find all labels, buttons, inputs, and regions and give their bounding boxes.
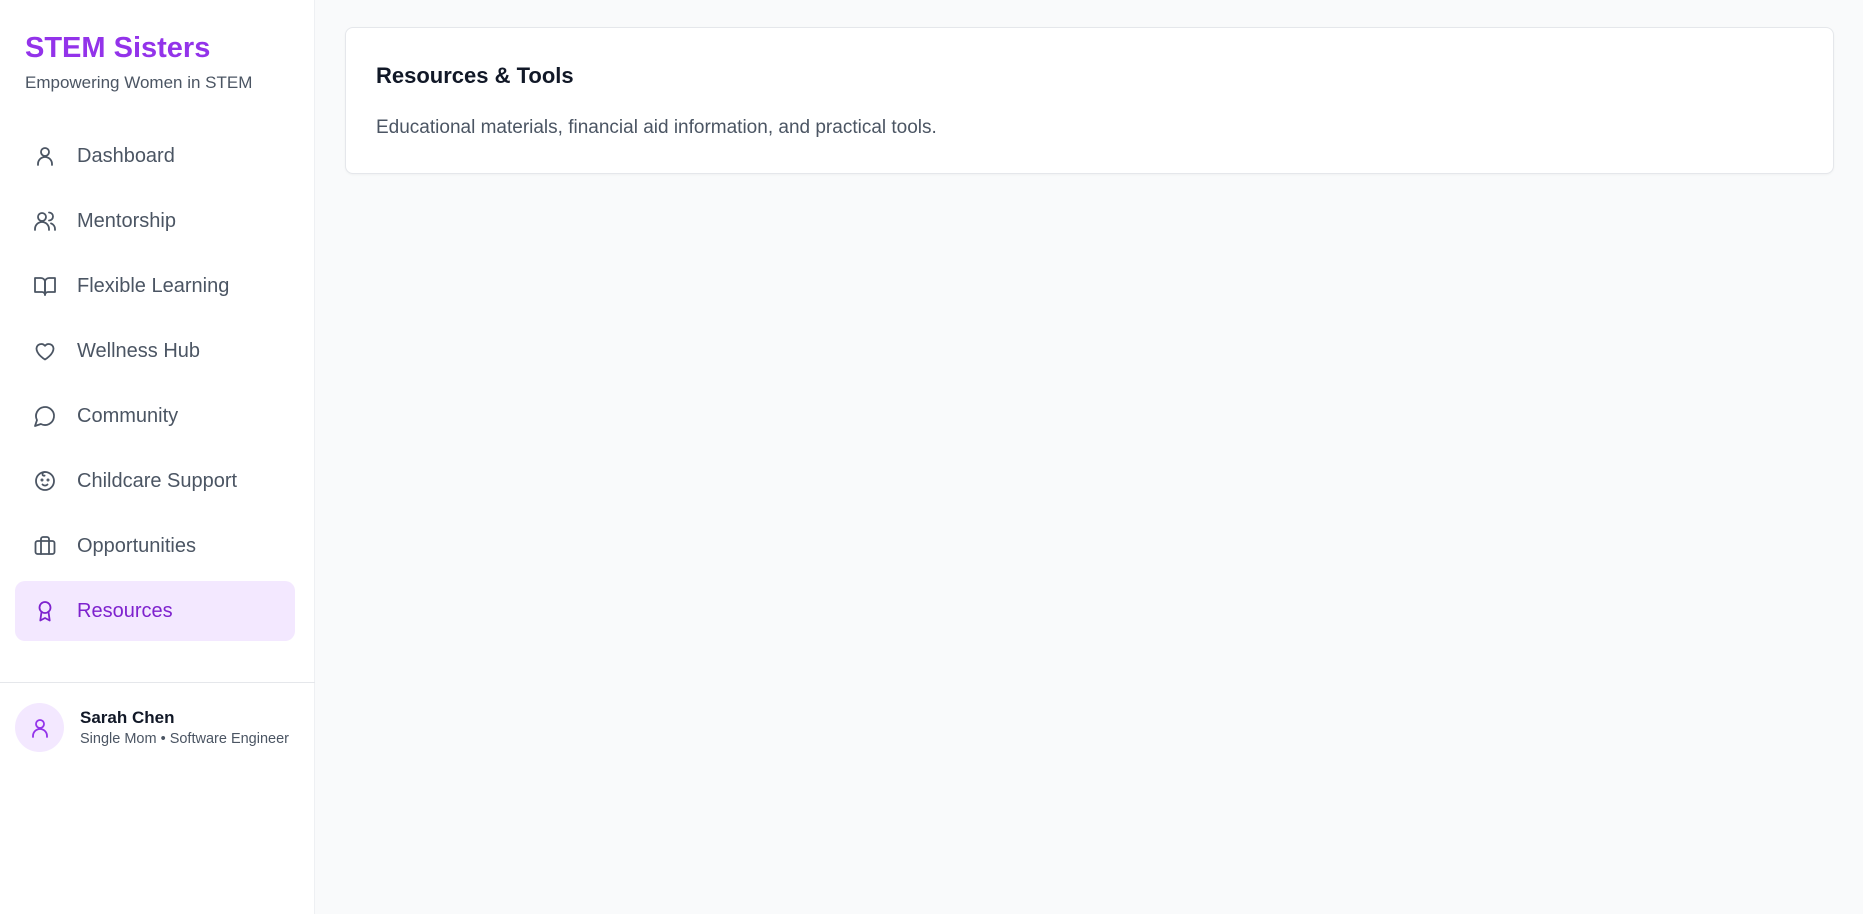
user-name: Sarah Chen xyxy=(80,708,175,727)
user-icon xyxy=(33,144,57,168)
sidebar-item-community[interactable]: Community xyxy=(15,386,295,446)
book-open-icon xyxy=(33,274,57,298)
sidebar-item-flexible-learning[interactable]: Flexible Learning xyxy=(15,256,295,316)
sidebar: STEM Sisters Empowering Women in STEM Da… xyxy=(0,0,315,914)
sidebar-item-childcare-support[interactable]: Childcare Support xyxy=(15,451,295,511)
heart-icon xyxy=(33,339,57,363)
page-title: Resources & Tools xyxy=(376,63,574,88)
sidebar-item-label: Resources xyxy=(77,599,173,622)
user-icon xyxy=(31,718,48,738)
sidebar-nav: Dashboard Mentorship Flexible Learning W… xyxy=(15,126,295,646)
award-icon xyxy=(33,599,57,623)
sidebar-divider xyxy=(0,682,315,683)
briefcase-icon xyxy=(33,534,57,558)
sidebar-item-opportunities[interactable]: Opportunities xyxy=(15,516,295,576)
sidebar-item-label: Dashboard xyxy=(77,144,175,167)
user-role: Single Mom • Software Engineer xyxy=(80,731,289,747)
baby-icon xyxy=(33,469,57,493)
page-description: Educational materials, financial aid inf… xyxy=(376,117,937,138)
sidebar-item-label: Flexible Learning xyxy=(77,274,230,297)
sidebar-item-label: Mentorship xyxy=(77,209,176,232)
user-info: Sarah Chen Single Mom • Software Enginee… xyxy=(80,707,289,748)
app-root: STEM Sisters Empowering Women in STEM Da… xyxy=(0,0,1863,914)
resources-card: Resources & Tools Educational materials,… xyxy=(345,27,1834,174)
sidebar-item-mentorship[interactable]: Mentorship xyxy=(15,191,295,251)
message-circle-icon xyxy=(33,404,57,428)
sidebar-item-label: Community xyxy=(77,404,179,427)
sidebar-item-label: Childcare Support xyxy=(77,469,238,492)
sidebar-item-resources[interactable]: Resources xyxy=(15,581,295,641)
avatar xyxy=(15,703,64,752)
sidebar-item-label: Wellness Hub xyxy=(77,339,201,362)
brand-title[interactable]: STEM Sisters xyxy=(25,30,314,66)
sidebar-item-label: Opportunities xyxy=(77,534,196,557)
brand: STEM Sisters Empowering Women in STEM xyxy=(0,0,314,94)
sidebar-item-dashboard[interactable]: Dashboard xyxy=(15,126,295,186)
main-content: Resources & Tools Educational materials,… xyxy=(315,0,1863,914)
brand-subtitle: Empowering Women in STEM xyxy=(25,73,253,92)
sidebar-item-wellness-hub[interactable]: Wellness Hub xyxy=(15,321,295,381)
users-icon xyxy=(33,209,57,233)
user-profile[interactable]: Sarah Chen Single Mom • Software Enginee… xyxy=(15,703,289,752)
